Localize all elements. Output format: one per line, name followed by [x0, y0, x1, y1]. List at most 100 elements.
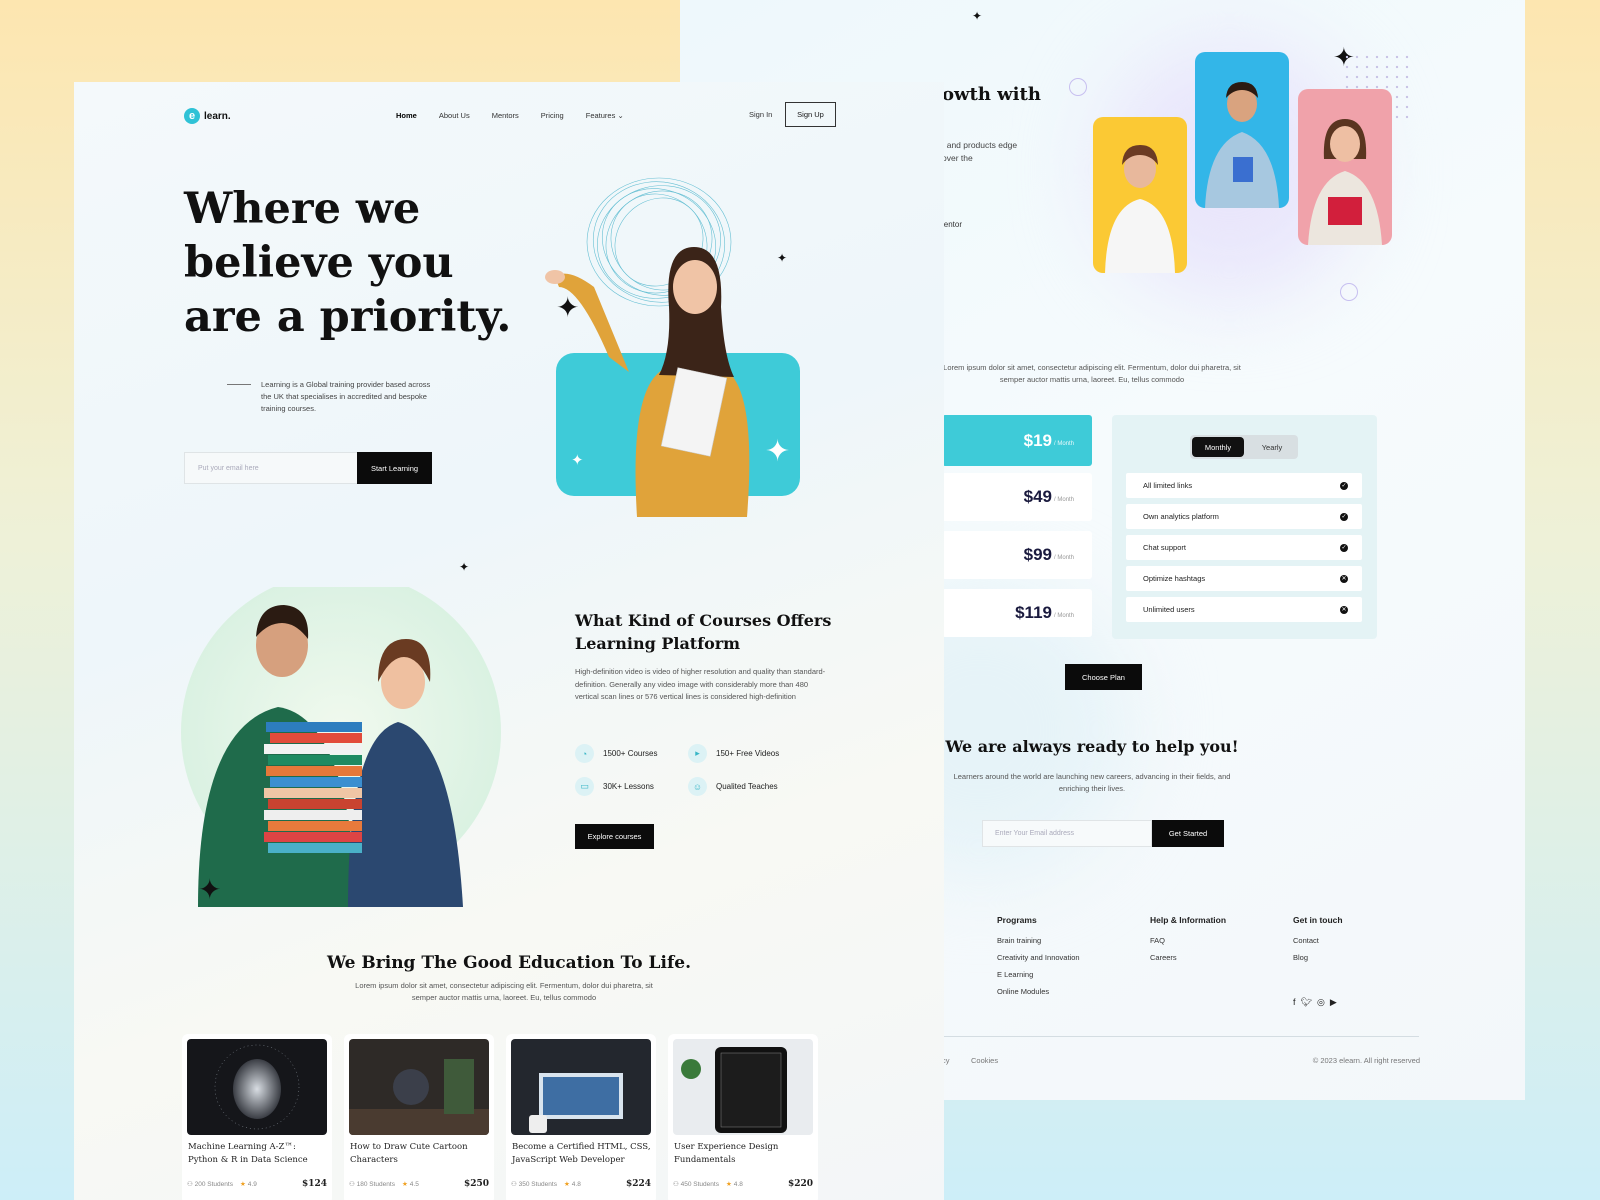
course-price: $224 [625, 1179, 651, 1189]
help-email-input[interactable]: Enter Your Email address [982, 820, 1152, 847]
logo[interactable]: e learn. [184, 108, 231, 124]
course-meta: ⚇ 450 Students ★ 4.8 $220 [673, 1179, 813, 1189]
students-icon: ⚇ [511, 1181, 519, 1188]
hero-email-input[interactable]: Put your email here [184, 452, 359, 484]
toggle-monthly[interactable]: Monthly [1192, 437, 1244, 457]
course-thumbnail [673, 1039, 813, 1135]
check-icon: ✓ [1340, 512, 1348, 521]
feature-row: Unlimited users ✕ [1126, 597, 1362, 622]
star-icon: ★ [725, 1181, 732, 1188]
sign-up-button[interactable]: Sign Up [785, 102, 836, 127]
footer-link[interactable]: E Learning [997, 970, 1080, 979]
feature-label: All limited links [1143, 481, 1193, 490]
mentor-illustration [1105, 145, 1175, 273]
nav-features-label: Features [585, 111, 616, 120]
course-card[interactable]: Become a Certified HTML, CSS, JavaScript… [506, 1034, 656, 1200]
hero-title: Where we believe you are a priority. [184, 182, 511, 344]
get-started-button[interactable]: Get Started [1152, 820, 1224, 847]
toggle-yearly[interactable]: Yearly [1246, 435, 1298, 459]
growth-heading: owth with [942, 84, 1041, 105]
course-thumbnail [349, 1039, 489, 1135]
logo-text: learn. [204, 110, 231, 122]
instagram-icon[interactable]: ◎ [1317, 997, 1325, 1008]
hero-description: Learning is a Global training provider b… [261, 380, 431, 413]
stat-lessons: ▭ 30K+ Lessons [575, 777, 654, 796]
plan-period: / Month [1053, 555, 1074, 561]
footer-link[interactable]: Contact [1293, 936, 1343, 945]
social-links: f 🐦︎ ◎ ▶ [1293, 997, 1337, 1008]
plan-card-99[interactable]: $99 / Month [942, 531, 1092, 579]
mentor-illustration [1308, 119, 1382, 245]
footer-cookies-link[interactable]: Cookies [971, 1056, 998, 1065]
mentor-link[interactable]: lentor [942, 220, 962, 229]
choose-plan-button[interactable]: Choose Plan [1065, 664, 1142, 690]
explore-courses-button[interactable]: Explore courses [575, 824, 654, 849]
course-students: 350 Students [518, 1180, 557, 1188]
plan-features-panel: Monthly Yearly All limited links ✓ Own a… [1112, 415, 1377, 639]
course-meta: ⚇ 200 Students ★ 4.9 $124 [187, 1179, 327, 1189]
youtube-icon[interactable]: ▶ [1330, 997, 1337, 1008]
footer-link[interactable]: FAQ [1150, 936, 1226, 945]
sparkle-icon: ✦ [459, 560, 470, 574]
billing-toggle[interactable]: Monthly Yearly [1190, 435, 1298, 459]
footer-divider [942, 1036, 1419, 1037]
feature-label: Unlimited users [1143, 605, 1195, 614]
footer-link[interactable]: Online Modules [997, 987, 1080, 996]
course-card[interactable]: User Experience Design Fundamentals ⚇ 45… [668, 1034, 818, 1200]
hero-title-line: Where we [184, 184, 421, 234]
start-learning-button[interactable]: Start Learning [357, 452, 432, 484]
plan-period: / Month [1053, 497, 1074, 503]
stat-label: Qualited Teaches [716, 782, 778, 791]
plan-price: $19 [1023, 430, 1052, 450]
star-icon: ★ [239, 1181, 246, 1188]
footer-link[interactable]: Careers [1150, 953, 1226, 962]
stat-teachers: ☺ Qualited Teaches [688, 777, 778, 796]
sparkle-icon: ✦ [556, 292, 580, 323]
ux-tablet-image [673, 1039, 813, 1135]
plan-period: / Month [1053, 613, 1074, 619]
sign-in-link[interactable]: Sign In [749, 110, 772, 119]
footer-link[interactable]: Blog [1293, 953, 1343, 962]
feature-row: Optimize hashtags ✕ [1126, 566, 1362, 591]
pricing-subtitle: Lorem ipsum dolor sit amet, consectetur … [943, 363, 1241, 384]
mentor-photo-card [1195, 52, 1289, 208]
course-card[interactable]: Machine Learning A-Z™: Python & R in Dat… [182, 1034, 332, 1200]
nav-pricing[interactable]: Pricing [541, 111, 564, 120]
footer-link[interactable]: Brain training [997, 936, 1080, 945]
help-title: We are always ready to help you! [945, 737, 1239, 756]
course-title: Machine Learning A-Z™: Python & R in Dat… [188, 1142, 308, 1165]
nav-about[interactable]: About Us [439, 111, 470, 120]
plan-card-49[interactable]: $49 / Month [942, 473, 1092, 521]
star-icon: ★ [401, 1181, 408, 1188]
students-icon: ⚇ [187, 1181, 195, 1188]
feature-label: Chat support [1143, 543, 1186, 552]
nav-mentors[interactable]: Mentors [492, 111, 519, 120]
course-title: User Experience Design Fundamentals [674, 1142, 779, 1165]
hero-text-dash [227, 384, 251, 385]
sparkle-icon: ✦ [765, 435, 791, 468]
footer-heading: Get in touch [1293, 915, 1343, 925]
copyright: © 2023 elearn. All right reserved [1312, 1056, 1420, 1065]
logo-mark: e [184, 108, 200, 124]
sparkle-icon: ✦ [972, 9, 983, 23]
students-illustration [181, 587, 501, 907]
feature-row: Own analytics platform ✓ [1126, 504, 1362, 529]
twitter-icon[interactable]: 🐦︎ [1301, 997, 1312, 1008]
video-icon: ▸ [688, 744, 707, 763]
nav-home[interactable]: Home [396, 111, 417, 120]
footer-link[interactable]: Creativity and Innovation [997, 953, 1080, 962]
users-icon: ☺ [688, 777, 707, 796]
feature-label: Optimize hashtags [1143, 574, 1206, 583]
main-nav: Home About Us Mentors Pricing Features ⌄ [396, 111, 624, 120]
nav-features[interactable]: Features ⌄ [586, 111, 624, 120]
course-card[interactable]: How to Draw Cute Cartoon Characters ⚇ 18… [344, 1034, 494, 1200]
students-icon: ⚇ [673, 1181, 681, 1188]
plan-card-19[interactable]: $19 / Month [942, 415, 1092, 466]
facebook-icon[interactable]: f [1293, 997, 1296, 1008]
cartoon-figure-image [349, 1039, 489, 1135]
course-meta: ⚇ 350 Students ★ 4.8 $224 [511, 1179, 651, 1189]
course-rating: 4.9 [247, 1180, 257, 1188]
chevron-down-icon: ⌄ [617, 111, 624, 120]
plan-card-119[interactable]: $119 / Month [942, 589, 1092, 637]
course-price: $220 [787, 1179, 813, 1189]
